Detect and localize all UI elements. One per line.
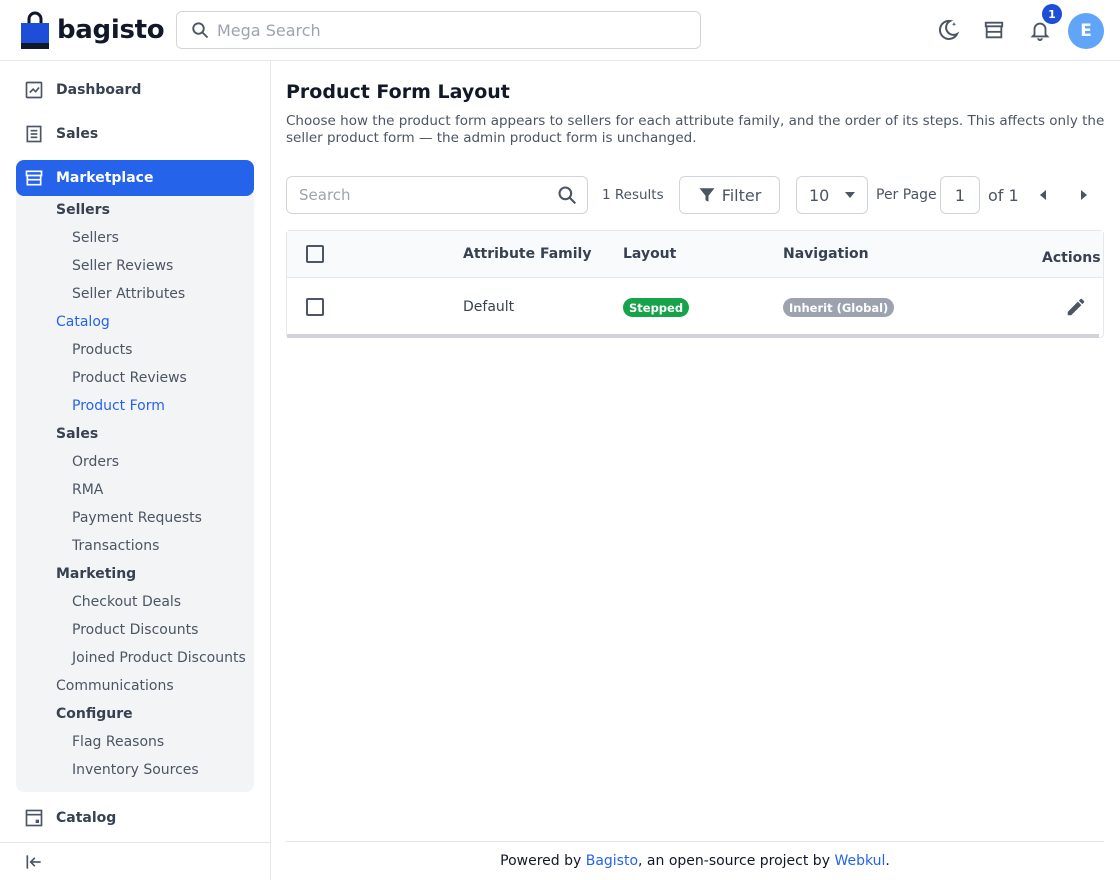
search-icon — [192, 22, 209, 39]
column-header-attribute-family[interactable]: Attribute Family — [463, 246, 591, 262]
submenu-group-marketing[interactable]: Marketing — [56, 566, 136, 582]
submenu-item-seller-reviews[interactable]: Seller Reviews — [72, 258, 173, 274]
column-header-layout[interactable]: Layout — [623, 246, 676, 262]
mega-search-placeholder: Mega Search — [217, 20, 321, 40]
notification-count-badge: 1 — [1042, 4, 1062, 24]
submenu-group-sales[interactable]: Sales — [56, 426, 98, 442]
caret-left-icon — [1040, 190, 1046, 200]
dark-mode-toggle[interactable] — [935, 17, 961, 43]
submenu-item-product-discounts[interactable]: Product Discounts — [72, 622, 198, 638]
visit-shop-button[interactable] — [981, 17, 1007, 43]
navigation-status-badge: Inherit (Global) — [783, 298, 895, 317]
filter-label: Filter — [721, 185, 762, 205]
sidebar-item-label: Catalog — [56, 810, 117, 826]
top-header: bagisto Mega Search 1 E — [0, 0, 1120, 61]
submenu-item-product-reviews[interactable]: Product Reviews — [72, 370, 187, 386]
caret-right-icon — [1081, 190, 1087, 200]
submenu-item-rma[interactable]: RMA — [72, 482, 103, 498]
column-header-navigation[interactable]: Navigation — [783, 246, 869, 262]
per-page-label: Per Page — [876, 187, 937, 203]
submenu-item-payment-requests[interactable]: Payment Requests — [72, 510, 202, 526]
horizontal-scrollbar[interactable] — [287, 334, 1099, 338]
filter-icon — [699, 188, 715, 202]
bagisto-link[interactable]: Bagisto — [586, 853, 638, 869]
submenu-item-inventory-sources[interactable]: Inventory Sources — [72, 762, 199, 778]
footer-middle: , an open-source project by — [638, 853, 835, 869]
row-checkbox[interactable] — [306, 298, 324, 316]
pencil-icon — [1067, 298, 1085, 316]
filter-button[interactable]: Filter — [679, 176, 780, 214]
layout-status-badge: Stepped — [623, 298, 690, 317]
page-number-input[interactable]: 1 — [940, 176, 980, 214]
sidebar-item-label: Dashboard — [56, 82, 142, 98]
table-header: Attribute Family Layout Navigation Actio… — [287, 231, 1103, 278]
sidebar-item-marketplace[interactable]: Marketplace — [16, 160, 254, 196]
sidebar-item-label: Marketplace — [56, 170, 154, 186]
edit-button[interactable] — [1065, 296, 1087, 318]
submenu-item-product-form[interactable]: Product Form — [72, 398, 165, 414]
submenu-item-checkout-deals[interactable]: Checkout Deals — [72, 594, 181, 610]
collapse-left-icon — [26, 855, 41, 869]
submenu-group-catalog[interactable]: Catalog — [56, 314, 110, 330]
submenu-item-seller-attributes[interactable]: Seller Attributes — [72, 286, 185, 302]
next-page-button[interactable] — [1074, 185, 1094, 205]
product-form-layout-table: Attribute Family Layout Navigation Actio… — [286, 230, 1104, 338]
submenu-item-orders[interactable]: Orders — [72, 454, 119, 470]
footer-prefix: Powered by — [500, 853, 586, 869]
sidebar-item-sales[interactable]: Sales — [24, 124, 98, 144]
datagrid-search-input[interactable]: Search — [286, 176, 588, 214]
receipt-icon — [26, 125, 42, 143]
mega-search-input[interactable]: Mega Search — [176, 11, 701, 49]
datagrid-search-placeholder: Search — [299, 186, 351, 204]
storefront-icon — [25, 170, 43, 186]
submenu-group-configure[interactable]: Configure — [56, 706, 133, 722]
submenu-item-transactions[interactable]: Transactions — [72, 538, 159, 554]
webkul-link[interactable]: Webkul — [834, 853, 885, 869]
main-content: Product Form Layout Choose how the produ… — [271, 61, 1120, 880]
marketplace-submenu — [16, 160, 254, 792]
bagisto-logo[interactable]: bagisto — [21, 11, 165, 49]
search-icon[interactable] — [557, 185, 577, 205]
submenu-item-communications[interactable]: Communications — [56, 678, 174, 694]
previous-page-button[interactable] — [1033, 185, 1053, 205]
moon-icon — [938, 19, 960, 40]
per-page-value: 10 — [809, 185, 830, 205]
sidebar-item-catalog[interactable]: Catalog — [24, 808, 116, 828]
page-title: Product Form Layout — [286, 81, 510, 103]
total-pages-label: of 1 — [988, 186, 1019, 205]
submenu-item-flag-reasons[interactable]: Flag Reasons — [72, 734, 164, 750]
select-all-checkbox[interactable] — [306, 245, 324, 263]
sidebar-item-dashboard[interactable]: Dashboard — [24, 80, 141, 100]
store-icon — [984, 21, 1004, 39]
sidebar: Dashboard Sales Marketplace Sellers Sell… — [0, 61, 271, 880]
per-page-select[interactable]: 10 — [796, 176, 868, 214]
column-header-actions: Actions — [1042, 250, 1101, 266]
dashboard-icon — [25, 81, 43, 99]
submenu-item-sellers[interactable]: Sellers — [72, 230, 119, 246]
collapse-sidebar-button[interactable] — [24, 852, 44, 876]
submenu-group-sellers[interactable]: Sellers — [56, 202, 110, 218]
sidebar-item-label: Sales — [56, 126, 99, 142]
page-description: Choose how the product form appears to s… — [286, 113, 1105, 146]
results-count: 1 Results — [602, 187, 664, 203]
catalog-icon — [25, 809, 43, 827]
footer-suffix: . — [885, 853, 890, 869]
submenu-item-joined-product-discounts[interactable]: Joined Product Discounts — [72, 650, 246, 666]
footer: Powered by Bagisto, an open-source proje… — [286, 841, 1104, 880]
cell-attribute-family: Default — [463, 299, 515, 315]
user-avatar[interactable]: E — [1068, 13, 1104, 49]
caret-down-icon — [845, 192, 855, 198]
shopping-bag-icon — [21, 11, 49, 49]
sidebar-divider — [0, 842, 270, 843]
submenu-item-products[interactable]: Products — [72, 342, 132, 358]
logo-text: bagisto — [57, 15, 165, 45]
